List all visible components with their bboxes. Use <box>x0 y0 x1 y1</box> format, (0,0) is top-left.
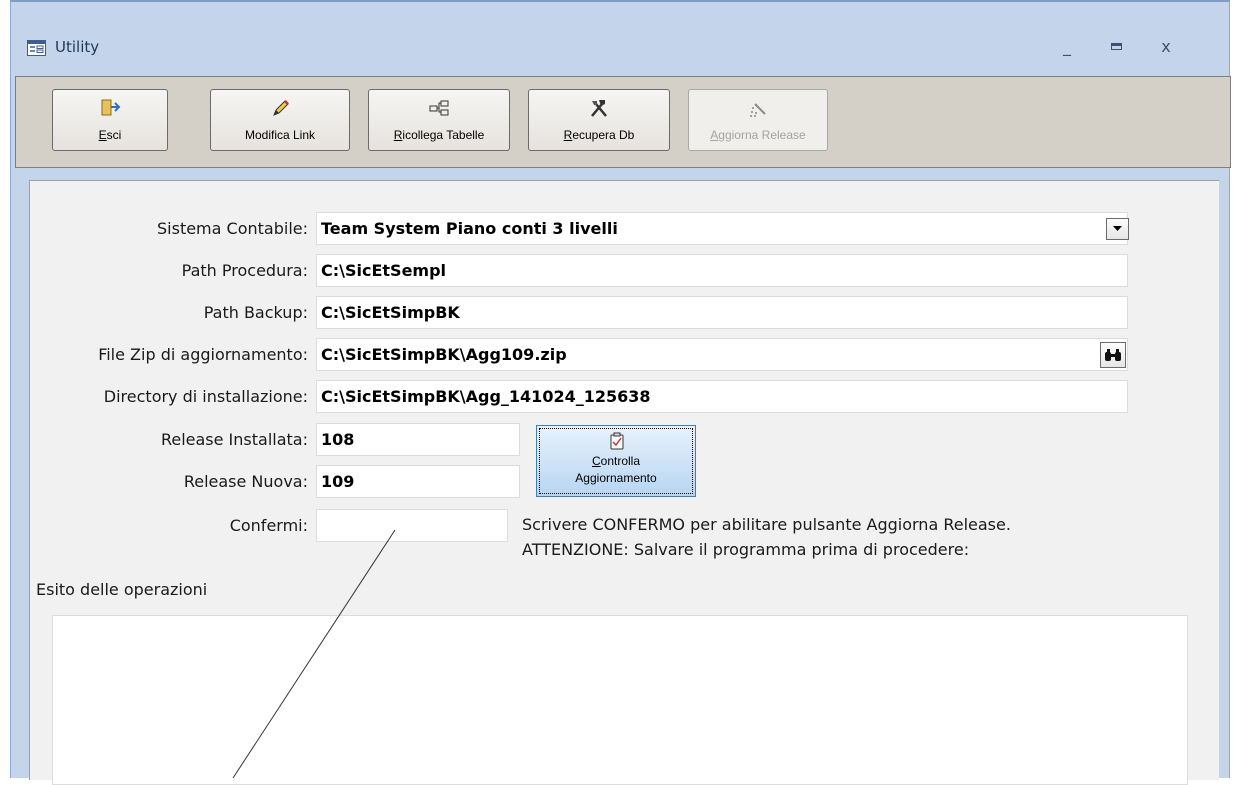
annotation-arrow-line <box>232 529 396 778</box>
